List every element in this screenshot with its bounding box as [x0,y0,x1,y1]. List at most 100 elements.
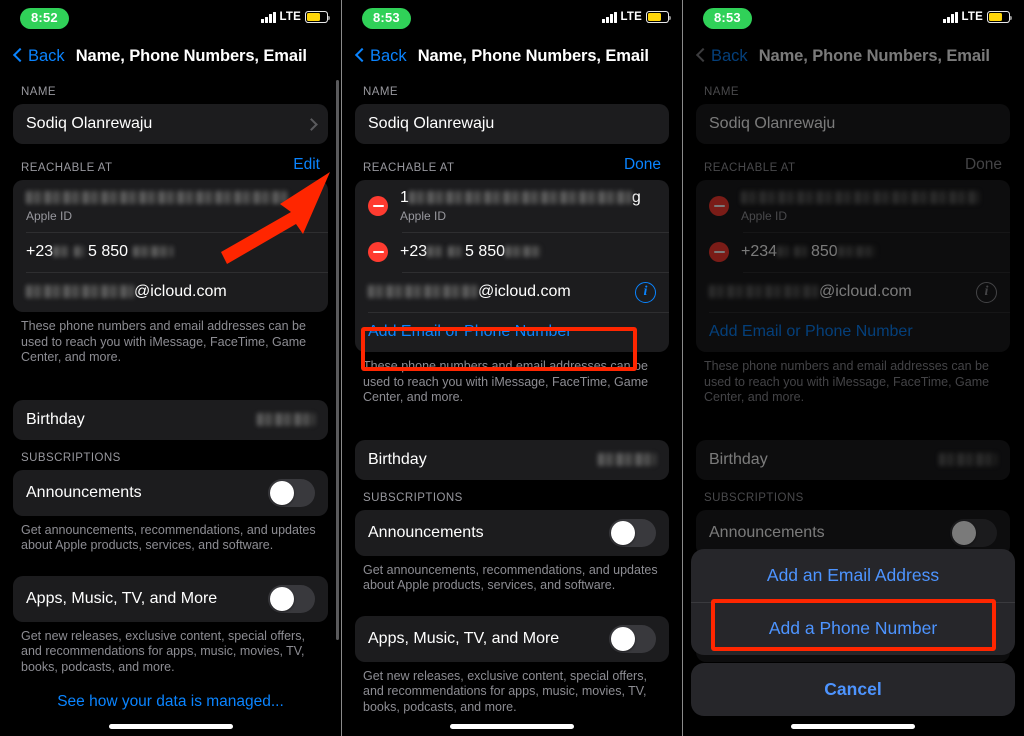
status-bar: 8:52 LTE [0,0,341,38]
see-how-data-managed-link[interactable]: See how your data is managed... [13,675,328,711]
apps-music-toggle[interactable] [268,584,315,613]
remove-phone-icon[interactable] [368,242,388,262]
apple-id-row[interactable]: Apple ID [696,180,1010,232]
home-indicator [450,724,574,729]
name-section-header: NAME [696,74,1010,104]
phone-row[interactable]: +234 850 [696,232,1010,272]
birthday-row[interactable]: Birthday [696,440,1010,480]
info-icon[interactable]: i [976,281,997,303]
apps-music-card: Apps, Music, TV, and More [355,615,669,662]
reachable-section-header: REACHABLE AT Edit [13,144,328,180]
reachable-header-label: REACHABLE AT [704,162,796,174]
name-value: Sodiq Olanrewaju [368,115,495,132]
nav-bar: Back Name, Phone Numbers, Email [342,38,682,74]
reachable-section-header: REACHABLE AT Done [355,144,669,180]
remove-apple-id-icon[interactable] [368,196,388,216]
name-row[interactable]: Sodiq Olanrewaju [355,104,669,144]
info-icon[interactable]: i [635,281,656,303]
add-email-or-phone-label: Add Email or Phone Number [709,323,913,340]
reachable-card: 1g Apple ID +23 5 850 @icloud.com i Add … [355,180,669,352]
email-value: @icloud.com [368,283,635,301]
apple-id-sublabel: Apple ID [26,209,73,223]
reachable-section-header: REACHABLE AT Done [696,144,1010,180]
network-label: LTE [620,11,642,23]
status-bar: 8:53 LTE [683,0,1023,38]
reachable-header-label: REACHABLE AT [363,162,455,174]
cellular-bars-icon [261,11,276,23]
panel-step-2: 8:53 LTE Back Name, Phone Numbers, Email… [341,0,682,736]
settings-content: NAME Sodiq Olanrewaju REACHABLE AT Edit … [0,74,341,711]
battery-icon [646,11,672,23]
back-button[interactable]: Back [697,47,748,66]
back-label: Back [28,46,65,65]
remove-apple-id-icon[interactable] [709,196,729,216]
birthday-label: Birthday [709,450,768,468]
name-section-header: NAME [13,74,328,104]
home-indicator [791,724,915,729]
add-a-phone-number-option[interactable]: Add a Phone Number [691,602,1015,655]
phone-row[interactable]: +23 5 850 [13,232,328,272]
apps-music-row: Apps, Music, TV, and More [355,616,669,662]
add-an-email-address-option[interactable]: Add an Email Address [691,549,1015,602]
done-button[interactable]: Done [624,156,661,174]
apps-music-row: Apps, Music, TV, and More [13,576,328,622]
three-panel-screenshot: 8:52 LTE Back Name, Phone Numbers, Email… [0,0,1024,736]
phone-value: +23 5 850 [26,243,315,261]
name-row[interactable]: Sodiq Olanrewaju [13,104,328,144]
birthday-label: Birthday [368,450,427,468]
page-title: Name, Phone Numbers, Email [758,46,990,65]
name-card: Sodiq Olanrewaju [696,104,1010,144]
status-time: 8:52 [20,8,69,29]
network-label: LTE [961,11,983,23]
email-row[interactable]: @icloud.com i [696,272,1010,312]
name-header-label: NAME [21,86,57,98]
name-card: Sodiq Olanrewaju [355,104,669,144]
add-email-or-phone-row[interactable]: Add Email or Phone Number [696,312,1010,352]
remove-phone-icon[interactable] [709,242,729,262]
battery-icon [305,11,331,23]
email-row[interactable]: @icloud.com [13,272,328,312]
apple-id-row[interactable]: Apple ID [13,180,328,232]
name-card: Sodiq Olanrewaju [13,104,328,144]
redacted-birthday-value [257,413,315,426]
chevron-left-icon [14,48,23,64]
add-email-or-phone-row[interactable]: Add Email or Phone Number [355,312,669,352]
action-sheet-options: Add an Email Address Add a Phone Number [691,549,1015,655]
nav-bar: Back Name, Phone Numbers, Email [0,38,341,74]
announcements-toggle[interactable] [268,478,315,507]
apps-music-footnote: Get new releases, exclusive content, spe… [363,668,647,714]
redacted-birthday-value [598,453,656,466]
name-value: Sodiq Olanrewaju [709,115,836,132]
birthday-row[interactable]: Birthday [355,440,669,480]
announcements-row: Announcements [13,470,328,516]
announcements-toggle[interactable] [950,518,997,547]
subscriptions-header-label: SUBSCRIPTIONS [21,451,121,464]
name-row[interactable]: Sodiq Olanrewaju [696,104,1010,144]
done-button[interactable]: Done [965,156,1002,174]
page-title: Name, Phone Numbers, Email [75,46,307,65]
back-button[interactable]: Back [356,47,407,66]
home-indicator [108,724,233,729]
apps-music-footnote: Get new releases, exclusive content, spe… [21,628,305,674]
reachable-header-label: REACHABLE AT [21,162,113,174]
subscriptions-section-header: SUBSCRIPTIONS [355,480,669,510]
phone-value: +234 850 [741,243,997,261]
back-label: Back [711,46,748,65]
redacted-apple-id [741,191,979,205]
apple-id-row[interactable]: 1g Apple ID [355,180,669,232]
announcements-footnote: Get announcements, recommendations, and … [363,562,658,593]
cancel-button[interactable]: Cancel [691,663,1015,716]
redacted-apple-id [26,191,288,205]
announcements-toggle[interactable] [609,518,656,547]
edit-button[interactable]: Edit [293,156,320,174]
apple-id-value: Apple ID [26,189,315,223]
back-label: Back [370,46,407,65]
phone-value: +23 5 850 [400,243,656,261]
subscriptions-section-header: SUBSCRIPTIONS [13,440,328,470]
phone-row[interactable]: +23 5 850 [355,232,669,272]
birthday-row[interactable]: Birthday [13,400,328,440]
email-value: @icloud.com [26,283,315,301]
email-row[interactable]: @icloud.com i [355,272,669,312]
back-button[interactable]: Back [14,47,65,66]
apps-music-toggle[interactable] [609,624,656,653]
